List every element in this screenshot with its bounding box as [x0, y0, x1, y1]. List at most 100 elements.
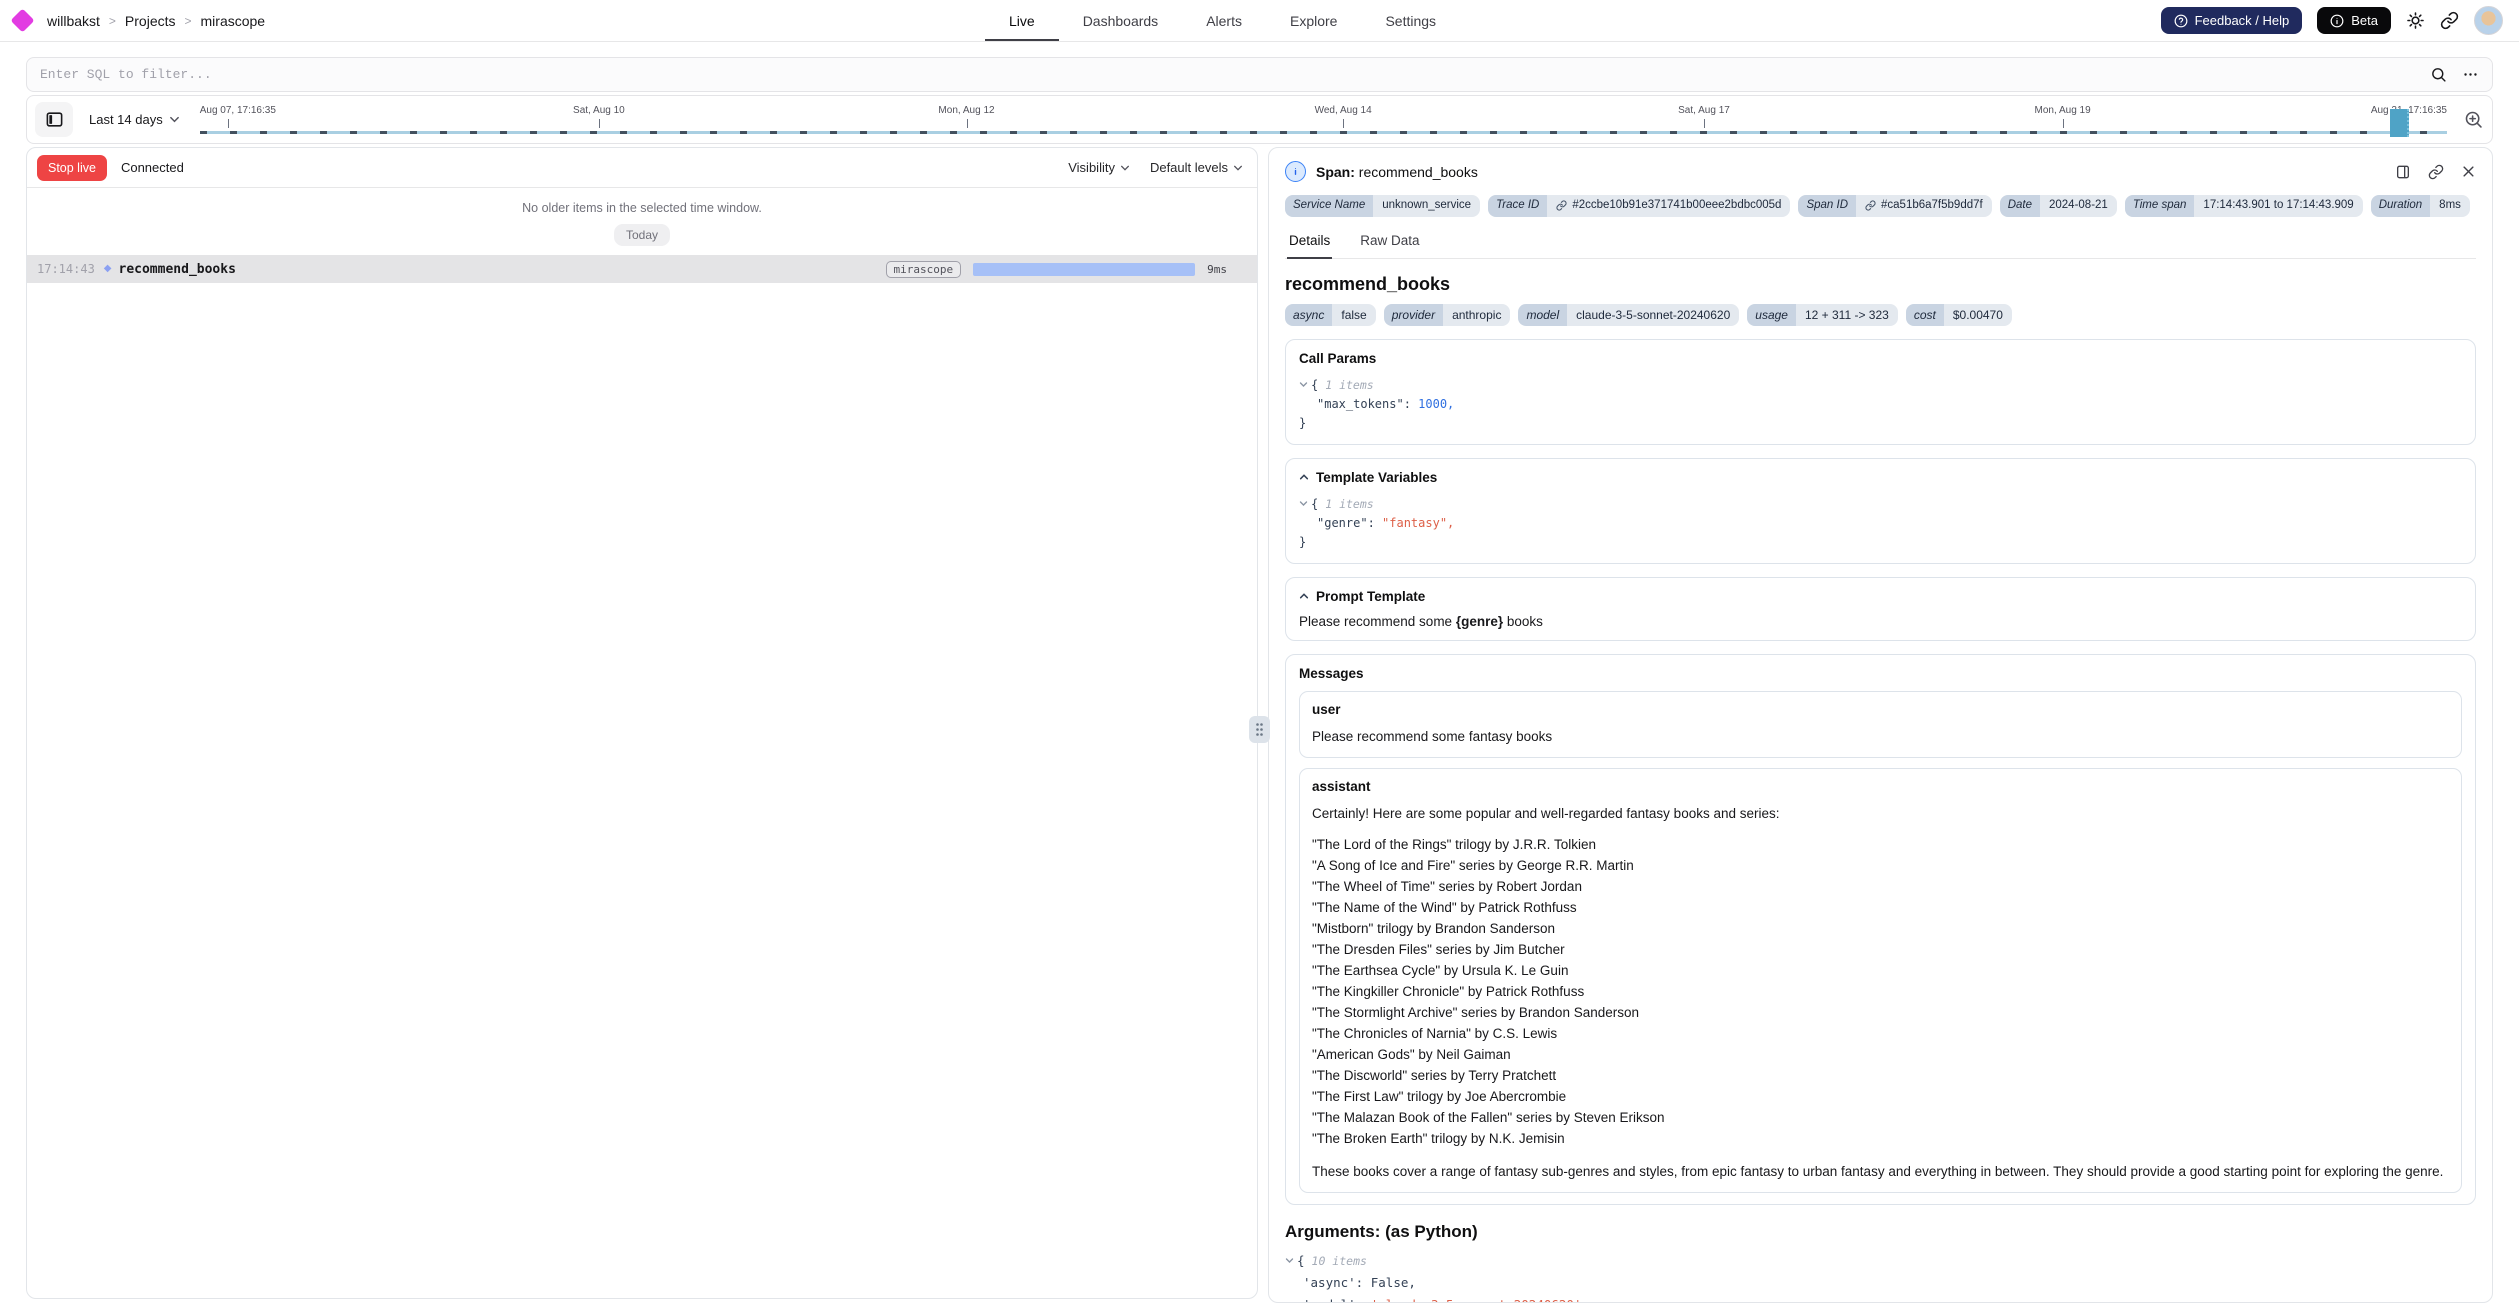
meta-label: Duration [2371, 195, 2430, 217]
attr-badge-async: async false [1285, 304, 1376, 326]
meta-value[interactable]: #ca51b6a7f5b9dd7f [1856, 195, 1992, 217]
sql-filter-input[interactable]: Enter SQL to filter... [26, 57, 2493, 92]
timeline-axis-line [200, 131, 2447, 134]
timeline-tick-label: Sat, Aug 17 [1678, 105, 1730, 116]
collapse-caret-icon[interactable] [1299, 499, 1308, 508]
nav-tab-settings[interactable]: Settings [1361, 0, 1460, 41]
app-header: willbakst > Projects > mirascope Live Da… [0, 0, 2519, 42]
theme-toggle-icon[interactable] [2406, 11, 2425, 30]
open-in-sidebar-icon[interactable] [2395, 164, 2411, 180]
prompt-template-section: Prompt Template Please recommend some {g… [1285, 577, 2476, 641]
breadcrumb-projects[interactable]: Projects [125, 13, 176, 29]
stop-live-button[interactable]: Stop live [37, 155, 107, 181]
book-line: "Mistborn" trilogy by Brandon Sanderson [1312, 918, 2449, 939]
visibility-dropdown[interactable]: Visibility [1068, 160, 1130, 175]
book-list: "The Lord of the Rings" trilogy by J.R.R… [1312, 834, 2449, 1149]
collapse-caret-up-icon[interactable] [1299, 591, 1309, 601]
timeline-zoom-in-button[interactable] [2463, 109, 2484, 130]
default-levels-dropdown[interactable]: Default levels [1150, 160, 1243, 175]
detail-tabs: Details Raw Data [1285, 231, 2476, 259]
call-params-section: Call Params {1 items "max_tokens": 1000,… [1285, 339, 2476, 445]
collapse-caret-icon[interactable] [1299, 380, 1308, 389]
json-key: 'model': [1303, 1297, 1363, 1304]
nav-tab-live[interactable]: Live [985, 0, 1059, 41]
arguments-section: Arguments: (as Python) {10 items 'async'… [1285, 1222, 2476, 1304]
json-value: "fantasy", [1382, 516, 1454, 530]
book-line: "The Lord of the Rings" trilogy by J.R.R… [1312, 834, 2449, 855]
message-intro: Certainly! Here are some popular and wel… [1312, 803, 2449, 824]
json-line: 'model': 'claude-3-5-sonnet-20240620', [1285, 1294, 2476, 1304]
prompt-text: books [1503, 614, 1543, 629]
nav-tab-alerts[interactable]: Alerts [1182, 0, 1266, 41]
attr-value: 12 + 311 -> 323 [1796, 304, 1898, 326]
span-detail-panel: Span: recommend_books Service Name unkno… [1268, 147, 2493, 1303]
meta-value-text: #2ccbe10b91e371741b00eee2bdbc005d [1572, 200, 1781, 212]
meta-label: Span ID [1798, 195, 1856, 217]
attr-badge-provider: provider anthropic [1384, 304, 1511, 326]
json-line: } [1299, 414, 2462, 433]
timeline-tick-mark [1704, 119, 1705, 128]
link-icon [1556, 200, 1567, 211]
span-header-icons [2395, 164, 2476, 180]
attr-value: false [1332, 304, 1375, 326]
beta-button[interactable]: Beta [2317, 7, 2391, 34]
sql-filter-icons [2430, 66, 2479, 83]
main-nav: Live Dashboards Alerts Explore Settings [985, 0, 1460, 41]
sidebar-toggle-button[interactable] [35, 102, 73, 137]
json-value: 'claude-3-5-sonnet-20240620', [1371, 1297, 1589, 1304]
json-open-brace: { [1297, 1253, 1305, 1268]
template-variables-title: Template Variables [1299, 470, 2462, 485]
close-icon[interactable] [2461, 164, 2476, 179]
span-meta-badges: Service Name unknown_service Trace ID #2… [1285, 195, 2476, 217]
user-avatar[interactable] [2474, 6, 2503, 35]
day-separator-badge: Today [614, 224, 670, 246]
book-line: "The Chronicles of Narnia" by C.S. Lewis [1312, 1023, 2449, 1044]
info-circle-icon [2330, 14, 2344, 28]
timeline-selection-handle[interactable] [2390, 109, 2409, 137]
collapse-caret-icon[interactable] [1285, 1256, 1294, 1265]
json-line: 'async': False, [1285, 1272, 2476, 1294]
timeline-tick-label: Mon, Aug 19 [2035, 105, 2091, 116]
question-circle-icon [2174, 14, 2188, 28]
nav-tab-dashboards[interactable]: Dashboards [1059, 0, 1183, 41]
chevron-down-icon [1233, 163, 1243, 173]
breadcrumb-project[interactable]: mirascope [201, 13, 266, 29]
book-line: "The Stormlight Archive" series by Brand… [1312, 1002, 2449, 1023]
trace-duration-bar [973, 263, 1195, 276]
tab-raw-data[interactable]: Raw Data [1358, 231, 1421, 258]
brand-logo-diamond-icon[interactable] [10, 8, 34, 32]
tab-details[interactable]: Details [1287, 231, 1332, 259]
json-key: "genre": [1317, 516, 1375, 530]
trace-name: recommend_books [119, 262, 236, 277]
feedback-help-button[interactable]: Feedback / Help [2161, 7, 2303, 34]
share-link-icon[interactable] [2440, 11, 2459, 30]
breadcrumb-org[interactable]: willbakst [47, 13, 100, 29]
arguments-heading: Arguments: (as Python) [1285, 1222, 2476, 1242]
trace-row-recommend-books[interactable]: 17:14:43 ◆ recommend_books mirascope 9ms [27, 255, 1257, 283]
book-line: "The Earthsea Cycle" by Ursula K. Le Gui… [1312, 960, 2449, 981]
meta-value: 2024-08-21 [2040, 195, 2117, 217]
search-icon[interactable] [2430, 66, 2447, 83]
copy-link-icon[interactable] [2428, 164, 2444, 180]
messages-section: Messages user Please recommend some fant… [1285, 654, 2476, 1205]
nav-tab-explore[interactable]: Explore [1266, 0, 1361, 41]
timeline-tick-mark [599, 119, 600, 128]
arguments-json: {10 items 'async': False, 'model': 'clau… [1285, 1250, 2476, 1304]
more-options-icon[interactable] [2462, 66, 2479, 83]
panel-resize-grip[interactable] [1249, 716, 1270, 743]
meta-value[interactable]: #2ccbe10b91e371741b00eee2bdbc005d [1547, 195, 1790, 217]
sql-filter-placeholder: Enter SQL to filter... [40, 67, 2430, 82]
call-params-json: {1 items "max_tokens": 1000, } [1299, 376, 2462, 433]
time-range-select[interactable]: Last 14 days [89, 112, 180, 127]
span-info-icon [1285, 161, 1306, 182]
book-line: "The Malazan Book of the Fallen" series … [1312, 1107, 2449, 1128]
collapse-caret-up-icon[interactable] [1299, 472, 1309, 482]
timeline-tick-mark [228, 119, 229, 128]
attr-label: async [1285, 304, 1332, 326]
trace-time: 17:14:43 [37, 262, 95, 276]
json-value: 1000, [1418, 397, 1454, 411]
connection-status: Connected [121, 160, 184, 175]
timeline-track[interactable]: Aug 07, 17:16:35 Sat, Aug 10 Mon, Aug 12… [200, 96, 2455, 143]
json-open-brace: { [1311, 378, 1318, 392]
attr-label: usage [1747, 304, 1796, 326]
